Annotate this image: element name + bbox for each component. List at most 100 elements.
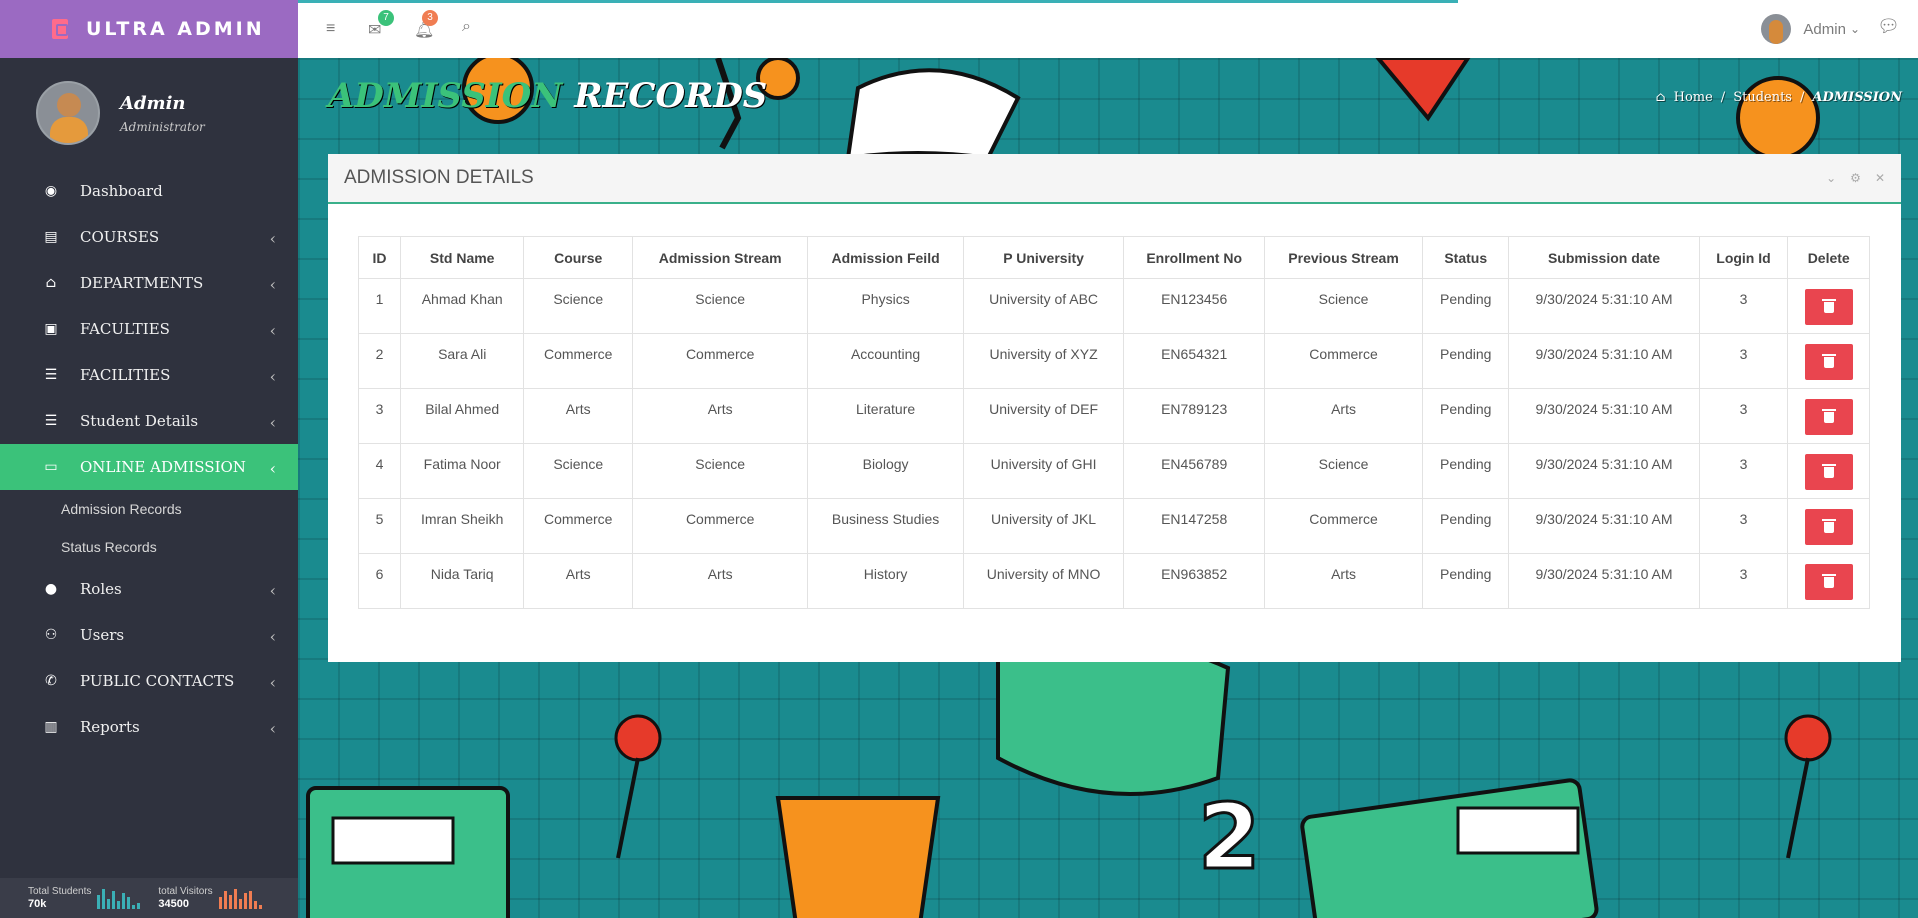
chevron-left-icon: ‹ [269,581,276,600]
delete-button[interactable] [1804,344,1853,380]
table-cell: Commerce [1264,498,1424,554]
bank-icon: ⌂ [45,275,57,291]
table-cell: Commerce [632,498,809,554]
collapse-icon[interactable]: ⌄ [1826,171,1836,185]
chevron-left-icon: ‹ [269,719,276,738]
table-cell: University of XYZ [962,333,1125,389]
delete-cell [1787,498,1870,554]
brand[interactable]: ULTRA ADMIN [0,0,298,58]
table-cell: Accounting [807,333,964,389]
chat-icon[interactable]: 💬︎ [1877,16,1900,37]
gear-icon[interactable]: ⚙ [1850,171,1861,185]
sidebar-item-online-admission[interactable]: ▭ ONLINE ADMISSION ‹ [0,444,298,490]
table-cell: Science [1264,443,1424,499]
column-header: Admission Feild [807,236,964,279]
breadcrumb: ⌂ Home / Students / ADMISSION [1656,90,1902,105]
brand-logo-icon [52,19,68,39]
book-icon: ▤ [44,229,58,245]
breadcrumb-home[interactable]: Home [1674,90,1713,105]
table-cell: 9/30/2024 5:31:10 AM [1508,553,1700,609]
table-cell: University of JKL [962,498,1125,554]
table-cell: 9/30/2024 5:31:10 AM [1508,333,1700,389]
table-cell: 3 [1698,443,1789,499]
chevron-left-icon: ‹ [269,275,276,294]
table-cell: Sara Ali [399,333,525,389]
panel-title: ADMISSION DETAILS [344,167,534,188]
table-cell: EN147258 [1123,498,1266,554]
sidebar-item-label: Student Details [80,412,199,430]
delete-cell [1787,388,1870,444]
footer-stats: Total Students 70k total Visitors 34500 [0,878,298,918]
breadcrumb-current: ADMISSION [1812,90,1902,105]
avatar[interactable] [36,81,100,145]
table-cell: Pending [1422,498,1510,554]
table-cell: Arts [523,553,634,609]
search-icon[interactable]: ⌕ [462,18,471,36]
sidebar-menu: ◉ Dashboard ▤ COURSES ‹ ⌂ DEPARTMENTS ‹ ▣ FACULTI… [0,168,298,750]
breadcrumb-separator: / [1720,90,1726,105]
delete-button[interactable] [1804,289,1853,325]
table-cell: 9/30/2024 5:31:10 AM [1508,443,1700,499]
delete-button[interactable] [1804,564,1853,600]
table-cell: 1 [358,278,401,334]
sidebar-item-public-contacts[interactable]: ✆ PUBLIC CONTACTS ‹ [0,658,298,704]
delete-button[interactable] [1804,454,1853,490]
table-cell: EN654321 [1123,333,1266,389]
submenu-item-status-records[interactable]: Status Records [0,528,298,566]
sidebar-item-courses[interactable]: ▤ COURSES ‹ [0,214,298,260]
table-cell: Literature [807,388,964,444]
bar-chart-icon: ▥ [44,719,58,735]
delete-cell [1787,443,1870,499]
user-menu[interactable]: Admin ⌄ [1761,14,1860,44]
dashboard-icon: ◉ [44,183,58,199]
admission-table: ID Std Name Course Admission Stream Admissio… [358,236,1870,609]
bell-badge: 3 [422,10,438,26]
menu-toggle-icon[interactable]: ≡ [326,20,335,38]
table-cell: Arts [632,553,809,609]
total-students-value: 70k [28,898,47,910]
page-title-part1: ADMISSION [328,76,563,116]
visitors-sparkline [218,887,262,909]
chevron-down-icon: ⌄ [1849,22,1860,36]
profile-role: Administrator [120,119,205,134]
page-title: ADMISSION RECORDS [328,76,767,116]
user-name: Admin [1803,20,1846,38]
table-cell: 5 [358,498,401,554]
table-cell: 3 [1698,333,1789,389]
table-cell: Biology [807,443,964,499]
panel-tools: ⌄ ⚙ ✕ [1826,171,1885,185]
main-content: 2 ADMISSION RECORDS ⌂ Home / Students / … [298,58,1918,918]
table-row: 5 Imran Sheikh Commerce Commerce Business St… [358,498,1870,554]
brand-title: ULTRA ADMIN [86,18,265,40]
close-icon[interactable]: ✕ [1875,171,1885,185]
sidebar-item-label: Dashboard [80,182,163,200]
table-cell: 3 [1698,498,1789,554]
column-header: Submission date [1508,236,1700,279]
table-cell: 6 [358,553,401,609]
sidebar-item-users[interactable]: ⚇ Users ‹ [0,612,298,658]
page-title-part2: RECORDS [574,76,768,116]
table-cell: 3 [1698,278,1789,334]
list-icon: ☰ [44,367,58,383]
breadcrumb-students[interactable]: Students [1733,90,1792,105]
table-cell: Pending [1422,333,1510,389]
phone-icon: ✆ [45,673,57,689]
submenu-item-admission-records[interactable]: Admission Records [0,490,298,528]
column-header: Course [523,236,634,279]
table-cell: Business Studies [807,498,964,554]
table-cell: EN123456 [1123,278,1266,334]
sidebar-item-faculties[interactable]: ▣ FACULTIES ‹ [0,306,298,352]
column-header: ID [358,236,401,279]
sidebar-item-facilities[interactable]: ☰ FACILITIES ‹ [0,352,298,398]
table-cell: Commerce [523,333,634,389]
sidebar-item-reports[interactable]: ▥ Reports ‹ [0,704,298,750]
delete-button[interactable] [1804,399,1853,435]
sidebar-item-student-details[interactable]: ☰ Student Details ‹ [0,398,298,444]
sidebar-item-roles[interactable]: ● Roles ‹ [0,566,298,612]
sidebar-item-dashboard[interactable]: ◉ Dashboard [0,168,298,214]
panel-header: ADMISSION DETAILS [328,154,1901,204]
table-cell: 3 [358,388,401,444]
admission-details-panel: ADMISSION DETAILS ⌄ ⚙ ✕ ID Std Name Course… [328,154,1901,662]
delete-button[interactable] [1804,509,1853,545]
sidebar-item-departments[interactable]: ⌂ DEPARTMENTS ‹ [0,260,298,306]
